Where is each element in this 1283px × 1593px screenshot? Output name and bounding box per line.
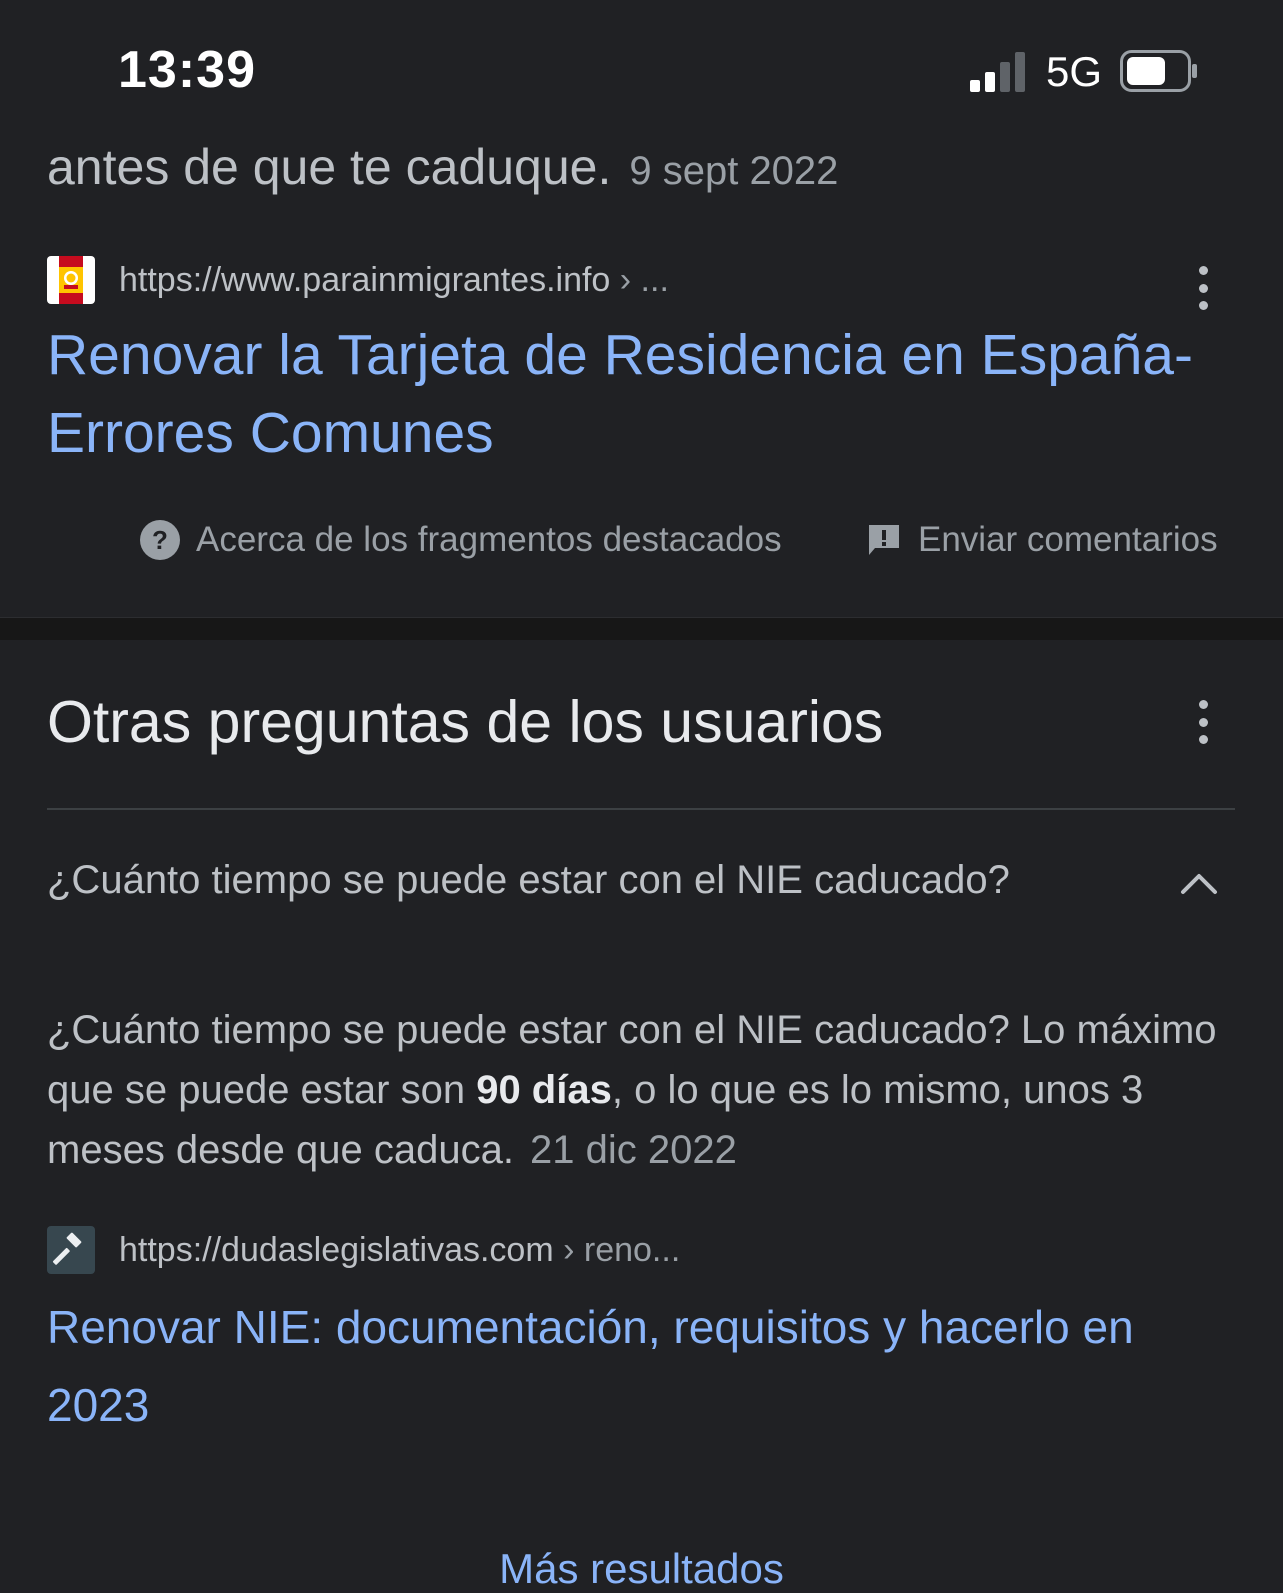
snippet-tail-text: antes de que te caduque. <box>47 139 612 195</box>
result-url[interactable]: https://dudaslegislativas.com › reno... <box>119 1231 680 1270</box>
gavel-favicon <box>47 1226 95 1274</box>
spain-flag-favicon <box>47 256 95 304</box>
help-icon: ? <box>140 520 180 560</box>
snippet-date: 9 sept 2022 <box>629 149 839 193</box>
result-url[interactable]: https://www.parainmigrantes.info › ... <box>119 261 669 300</box>
status-time: 13:39 <box>118 41 256 99</box>
result-url-domain: https://dudaslegislativas.com <box>119 1230 554 1269</box>
chevron-up-icon[interactable] <box>1177 864 1221 900</box>
network-type-label: 5G <box>1046 48 1103 95</box>
result-url-crumb: › ... <box>610 260 669 299</box>
snippet-footer: ? Acerca de los fragmentos destacados En… <box>0 520 1283 570</box>
paa-answer-bold: 90 días <box>476 1068 612 1112</box>
snippet-text: antes de que te caduque. 9 sept 2022 <box>47 138 838 196</box>
result-title-link[interactable]: Renovar la Tarjeta de Residencia en Espa… <box>47 316 1227 472</box>
paa-answer: ¿Cuánto tiempo se puede estar con el NIE… <box>47 1000 1237 1180</box>
people-also-ask-title: Otras preguntas de los usuarios <box>47 689 884 755</box>
paa-question-row[interactable]: ¿Cuánto tiempo se puede estar con el NIE… <box>47 858 1235 918</box>
status-bar: 13:39 5G <box>0 0 1283 140</box>
paa-more-options-icon[interactable] <box>1191 700 1215 744</box>
section-divider <box>0 617 1283 640</box>
send-feedback-label: Enviar comentarios <box>918 520 1218 559</box>
paa-question-text: ¿Cuánto tiempo se puede estar con el NIE… <box>47 858 1010 902</box>
battery-icon <box>1120 50 1197 92</box>
result-url-crumb: › reno... <box>553 1230 681 1269</box>
paa-answer-date: 21 dic 2022 <box>529 1128 737 1172</box>
svg-text:?: ? <box>152 525 168 555</box>
send-feedback-link[interactable]: Enviar comentarios <box>866 520 1218 560</box>
result-source-row[interactable]: https://www.parainmigrantes.info › ... <box>47 256 669 304</box>
about-featured-snippets-link[interactable]: ? Acerca de los fragmentos destacados <box>140 520 782 560</box>
cellular-signal-icon <box>970 52 1025 92</box>
divider <box>47 808 1235 810</box>
result-source-row[interactable]: https://dudaslegislativas.com › reno... <box>47 1226 680 1274</box>
result-title-link[interactable]: Renovar NIE: documentación, requisitos y… <box>47 1288 1227 1444</box>
about-featured-snippets-label: Acerca de los fragmentos destacados <box>196 520 782 559</box>
more-options-icon[interactable] <box>1191 266 1215 310</box>
feedback-icon <box>869 525 899 555</box>
result-url-domain: https://www.parainmigrantes.info <box>119 260 611 299</box>
